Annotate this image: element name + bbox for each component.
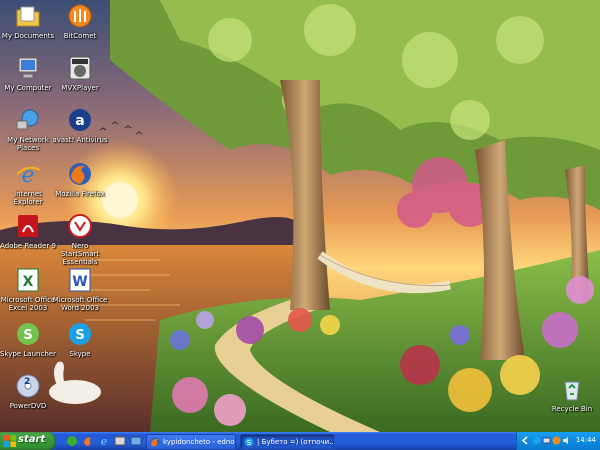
- icon-label: Nero StartSmart Essentials: [60, 242, 100, 266]
- start-label: start: [18, 434, 46, 445]
- firefox-icon: [150, 437, 160, 447]
- svg-text:a: a: [75, 113, 84, 129]
- icon-label: Skype: [69, 350, 91, 358]
- quick-launch-ie-icon[interactable]: e: [98, 435, 110, 447]
- taskbar-task-skype-chat[interactable]: S | Бубето =) (отпочи...: [240, 434, 334, 450]
- taskbar: start e kypidoncheto - edno2... S | Бубе…: [0, 432, 600, 450]
- skype-launcher-icon: S: [17, 323, 39, 345]
- recycle-bin-icon: [564, 381, 580, 401]
- start-button[interactable]: start: [0, 432, 56, 450]
- tray-arrow-icon[interactable]: [521, 436, 530, 445]
- windows-flag-icon: [4, 435, 16, 447]
- tray-network-icon[interactable]: [542, 436, 551, 445]
- adobe-reader-icon: [18, 215, 38, 237]
- firefox-icon-item[interactable]: Mozilla Firefox: [52, 160, 108, 198]
- taskbar-task-firefox[interactable]: kypidoncheto - edno2...: [146, 434, 236, 450]
- computer-icon: [18, 57, 38, 79]
- avast-icon-item[interactable]: a avast! Antivirus: [52, 106, 108, 144]
- word-icon-item[interactable]: W Microsoft Office Word 2003: [52, 266, 108, 312]
- icon-label: Microsoft Office Word 2003: [52, 296, 108, 312]
- icon-label: Adobe Reader 9: [0, 242, 56, 250]
- mvxplayer-icon: [69, 56, 91, 80]
- my-network-places-icon-item[interactable]: My Network Places: [0, 106, 56, 152]
- svg-text:e: e: [21, 163, 34, 188]
- powerdvd-icon: 2: [16, 374, 40, 398]
- firefox-icon: [69, 163, 91, 185]
- excel-icon-item[interactable]: X Microsoft Office Excel 2003: [0, 266, 56, 312]
- skype-launcher-icon-item[interactable]: S Skype Launcher: [0, 320, 56, 358]
- svg-text:S: S: [247, 439, 252, 447]
- svg-text:e: e: [101, 435, 108, 447]
- tray-volume-icon[interactable]: [562, 436, 571, 445]
- skype-icon: S: [69, 323, 91, 345]
- icon-label: Recycle Bin: [551, 405, 593, 413]
- clock[interactable]: 14:44: [576, 436, 596, 444]
- task-label: kypidoncheto - edno2...: [163, 438, 235, 446]
- icon-label: My Documents: [1, 32, 55, 40]
- powerdvd-icon-item[interactable]: 2 PowerDVD: [0, 372, 56, 410]
- bitcomet-icon-item[interactable]: BitComet: [52, 2, 108, 40]
- icon-label: My Computer: [4, 84, 52, 92]
- my-documents-icon-item[interactable]: My Documents: [0, 2, 56, 40]
- mvxplayer-icon-item[interactable]: MVXPlayer: [52, 54, 108, 92]
- icon-label: Internet Explorer: [13, 190, 43, 206]
- adobe-reader-icon-item[interactable]: Adobe Reader 9: [0, 212, 56, 250]
- svg-text:S: S: [23, 328, 32, 343]
- network-globe-icon: [16, 109, 39, 130]
- quick-launch-media-icon[interactable]: [114, 435, 126, 447]
- skype-icon: S: [244, 437, 254, 447]
- svg-text:W: W: [72, 274, 87, 290]
- icon-label: PowerDVD: [9, 402, 47, 410]
- svg-text:X: X: [23, 274, 34, 290]
- icon-label: Mozilla Firefox: [55, 190, 105, 198]
- internet-explorer-icon-item[interactable]: e Internet Explorer: [0, 160, 56, 206]
- quick-launch-desktop-icon[interactable]: [130, 435, 142, 447]
- avast-icon: a: [69, 109, 91, 131]
- tray-antivirus-icon[interactable]: [552, 436, 561, 445]
- task-label: | Бубето =) (отпочи...: [257, 438, 334, 446]
- icon-label: Skype Launcher: [0, 350, 56, 358]
- recycle-bin-icon-item[interactable]: Recycle Bin: [544, 375, 600, 413]
- icon-label: BitComet: [63, 32, 97, 40]
- tray-skype-icon[interactable]: [532, 436, 541, 445]
- skype-icon-item[interactable]: S Skype: [52, 320, 108, 358]
- word-icon: W: [69, 268, 91, 292]
- svg-text:S: S: [75, 328, 84, 343]
- folder-documents-icon: [16, 6, 40, 27]
- nero-icon: [68, 214, 92, 238]
- quick-launch-firefox-icon[interactable]: [82, 435, 94, 447]
- icon-label: MVXPlayer: [61, 84, 99, 92]
- svg-text:2: 2: [24, 377, 30, 387]
- my-computer-icon-item[interactable]: My Computer: [0, 54, 56, 92]
- system-tray: 14:44: [516, 432, 600, 450]
- icon-label: Microsoft Office Excel 2003: [0, 296, 56, 312]
- desktop[interactable]: My Documents My Computer My Network Plac…: [0, 0, 600, 432]
- icon-label: avast! Antivirus: [52, 136, 108, 144]
- excel-icon: X: [17, 268, 39, 292]
- nero-icon-item[interactable]: Nero StartSmart Essentials: [52, 212, 108, 266]
- bitcomet-icon: [68, 4, 92, 28]
- internet-explorer-icon: e: [16, 163, 41, 188]
- icon-label: My Network Places: [7, 136, 49, 152]
- quick-launch-torrent-icon[interactable]: [66, 435, 78, 447]
